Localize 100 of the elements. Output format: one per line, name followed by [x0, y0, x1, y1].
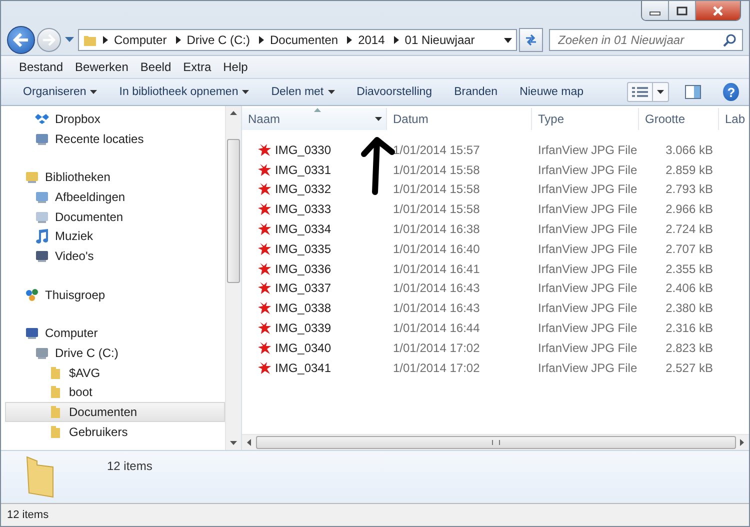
- column-header[interactable]: Grootte: [639, 108, 719, 130]
- menu-item[interactable]: Bestand: [19, 60, 64, 74]
- file-name[interactable]: IMG_0338: [275, 301, 332, 316]
- chevron-icon[interactable]: [103, 36, 108, 44]
- sort-up-icon: [314, 108, 321, 112]
- image-file-icon: [258, 301, 272, 316]
- scroll-right-icon[interactable]: [740, 439, 744, 446]
- table-cell-text: 2.793 kB: [664, 182, 714, 196]
- caret-icon[interactable]: [504, 38, 512, 42]
- breadcrumb[interactable]: 2014: [358, 33, 385, 47]
- scroll-up-icon[interactable]: [230, 111, 237, 115]
- navigation-item[interactable]: Video's: [5, 246, 225, 266]
- breadcrumb[interactable]: Computer: [114, 33, 167, 47]
- preview-pane-button[interactable]: [685, 85, 702, 99]
- image-file-icon: [258, 202, 272, 216]
- table-cell-text: 3.066 kB: [664, 142, 714, 157]
- file-name[interactable]: IMG_0340: [275, 340, 332, 355]
- toolbar-button[interactable]: Branden: [454, 86, 498, 98]
- navigation-item[interactable]: Documenten: [5, 402, 225, 422]
- scroll-down-icon[interactable]: [230, 441, 237, 445]
- minimize-button[interactable]: [642, 1, 669, 20]
- navigation-item[interactable]: Bibliotheken: [5, 167, 225, 188]
- address-bar[interactable]: Computer Drive C (C:) Documenten 2014 01 Nieuwjaar: [78, 29, 517, 51]
- search-icon: [723, 34, 736, 46]
- table-cell-text: IrfanView JPG File: [537, 202, 638, 216]
- maximize-icon: [676, 6, 688, 16]
- breadcrumb[interactable]: Drive C (C:): [186, 33, 250, 47]
- close-button[interactable]: [696, 1, 740, 20]
- navigation-item[interactable]: $AVG: [5, 362, 225, 383]
- scroll-left-icon[interactable]: [247, 439, 251, 446]
- refresh-button[interactable]: [519, 28, 543, 52]
- file-name[interactable]: IMG_0333: [275, 202, 332, 216]
- file-name[interactable]: IMG_0335: [275, 242, 332, 256]
- view-options-button[interactable]: [627, 82, 670, 102]
- menu-item[interactable]: Extra: [183, 60, 212, 74]
- scrollbar[interactable]: [242, 434, 749, 450]
- image-file-icon: [258, 340, 272, 355]
- navigation-item[interactable]: Drive C (C:): [5, 343, 225, 363]
- chevron-icon[interactable]: [347, 36, 352, 44]
- search-field[interactable]: Zoeken in 01 Nieuwjaar: [549, 29, 743, 51]
- details-view-icon: [632, 86, 648, 98]
- table-cell-text: IrfanView JPG File: [537, 360, 638, 375]
- chevron-icon[interactable]: [176, 36, 181, 44]
- close-icon: [711, 4, 725, 16]
- file-name[interactable]: IMG_0331: [275, 162, 332, 177]
- column-header[interactable]: Naam: [242, 108, 387, 130]
- navigation-item[interactable]: Dropbox: [5, 109, 225, 129]
- chevron-icon[interactable]: [259, 36, 264, 44]
- file-name[interactable]: IMG_0332: [275, 182, 332, 196]
- table-cell-text: 1/01/2014 16:38: [392, 222, 481, 236]
- navigation-item[interactable]: Thuisgroep: [5, 284, 225, 304]
- menu-item[interactable]: Bewerken: [75, 60, 128, 74]
- toolbar-button[interactable]: Diavoorstelling: [356, 86, 432, 98]
- chevron-icon[interactable]: [394, 36, 399, 44]
- file-name[interactable]: IMG_0336: [275, 262, 332, 276]
- scrollbar[interactable]: [225, 106, 241, 450]
- column-header[interactable]: Lab: [719, 108, 749, 130]
- file-name[interactable]: IMG_0337: [275, 281, 332, 296]
- navigation-item[interactable]: Afbeeldingen: [5, 187, 225, 207]
- column-header[interactable]: Datum: [387, 108, 532, 130]
- navigation-item[interactable]: Documenten: [5, 206, 225, 226]
- table-cell-text: IrfanView JPG File: [537, 142, 638, 157]
- table-cell-text: IrfanView JPG File: [537, 321, 638, 336]
- file-name[interactable]: IMG_0330: [275, 142, 332, 157]
- file-name[interactable]: IMG_0341: [275, 360, 332, 375]
- back-button[interactable]: [7, 26, 35, 54]
- maximize-button[interactable]: [669, 1, 696, 20]
- image-file-icon: [258, 281, 272, 296]
- breadcrumb[interactable]: 01 Nieuwjaar: [404, 33, 475, 47]
- column-header[interactable]: Type: [532, 108, 639, 130]
- image-file-icon: [258, 321, 272, 336]
- navigation-item[interactable]: Computer: [5, 324, 225, 344]
- image-file-icon: [258, 142, 272, 157]
- table-cell-text: 2.859 kB: [664, 162, 714, 177]
- caret-icon[interactable]: [375, 117, 382, 121]
- toolbar-button[interactable]: Organiseren: [23, 86, 98, 98]
- toolbar-button[interactable]: In bibliotheek opnemen: [119, 86, 250, 98]
- file-name[interactable]: IMG_0334: [275, 222, 332, 236]
- breadcrumb[interactable]: Documenten: [270, 33, 338, 47]
- item-count: 12 items: [107, 459, 152, 473]
- table-cell-text: 2.724 kB: [664, 222, 714, 236]
- folder-icon: [83, 33, 97, 47]
- music-note-icon: [34, 228, 50, 244]
- help-button[interactable]: ?: [723, 83, 739, 101]
- navigation-item[interactable]: Recente locaties: [5, 128, 225, 148]
- table-cell-text: 1/01/2014 16:43: [392, 301, 481, 316]
- menu-item[interactable]: Beeld: [140, 60, 172, 74]
- navigation-item[interactable]: boot: [5, 382, 225, 402]
- navigation-item[interactable]: Gebruikers: [5, 422, 225, 442]
- menu-item[interactable]: Help: [223, 60, 248, 74]
- table-cell-text: 2.966 kB: [664, 202, 714, 216]
- toolbar-button[interactable]: Delen met: [271, 86, 335, 98]
- status-text: 12 items: [7, 509, 49, 521]
- caret-icon: [657, 90, 664, 94]
- image-file-icon: [258, 360, 272, 375]
- toolbar-button[interactable]: Nieuwe map: [520, 86, 584, 98]
- navigation-item[interactable]: Muziek: [5, 226, 225, 246]
- forward-arrow-icon: [42, 34, 56, 46]
- table-cell-text: IrfanView JPG File: [537, 340, 638, 355]
- file-name[interactable]: IMG_0339: [275, 321, 332, 336]
